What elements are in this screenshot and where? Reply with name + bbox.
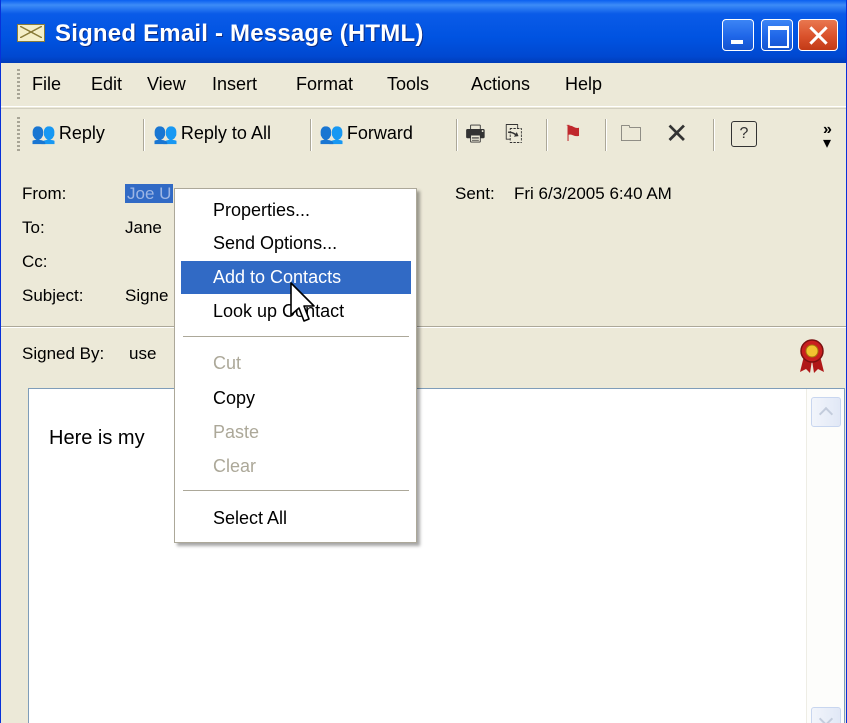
message-window: Signed Email - Message (HTML) File Edit … — [0, 0, 847, 723]
forward-label: Forward — [346, 123, 413, 143]
menu-bar: File Edit View Insert Format Tools Actio… — [1, 63, 846, 107]
from-label: From: — [22, 184, 67, 203]
message-header: From: Joe U Sent: Fri 6/3/2005 6:40 AM T… — [1, 160, 846, 328]
sent-value: Fri 6/3/2005 6:40 AM — [514, 184, 672, 203]
envelope-icon — [17, 24, 45, 42]
maximize-button[interactable] — [761, 19, 793, 51]
menubar-grip[interactable] — [17, 69, 20, 101]
menu-edit[interactable]: Edit — [91, 74, 122, 95]
message-body[interactable]: Here is my — [28, 388, 845, 723]
reply-all-icon: 👥 — [153, 123, 178, 145]
menu-format[interactable]: Format — [296, 74, 353, 95]
menu-item-copy[interactable]: Copy — [181, 382, 411, 415]
to-label: To: — [22, 218, 45, 237]
reply-all-label: Reply to All — [180, 123, 271, 143]
context-menu: Properties... Send Options... Add to Con… — [174, 188, 417, 543]
menu-help[interactable]: Help — [565, 74, 602, 95]
menu-view[interactable]: View — [147, 74, 186, 95]
copy-icon[interactable]: ⎘ — [505, 121, 523, 147]
minimize-button[interactable] — [722, 19, 754, 51]
reply-button[interactable]: 👥 Reply — [31, 121, 105, 146]
menu-item-clear[interactable]: Clear — [181, 450, 411, 483]
delete-icon[interactable]: ✕ — [665, 120, 688, 148]
scroll-down-icon[interactable] — [811, 707, 841, 723]
flag-icon[interactable]: ⚑ — [563, 121, 583, 147]
forward-button[interactable]: 👥 Forward — [319, 121, 413, 146]
mouse-cursor-icon — [290, 282, 315, 322]
reply-all-button[interactable]: 👥 Reply to All — [153, 121, 271, 146]
close-button[interactable] — [798, 19, 838, 51]
cc-label: Cc: — [22, 252, 48, 271]
menu-item-send-options[interactable]: Send Options... — [181, 227, 411, 260]
menu-separator — [183, 490, 409, 492]
subject-label: Subject: — [22, 286, 84, 305]
digital-signature-icon[interactable] — [797, 338, 827, 374]
sent-label: Sent: — [455, 184, 495, 203]
menu-item-cut[interactable]: Cut — [181, 347, 411, 380]
window-title: Signed Email - Message (HTML) — [55, 20, 424, 47]
reply-label: Reply — [58, 123, 105, 143]
menu-file[interactable]: File — [32, 74, 61, 95]
menu-insert[interactable]: Insert — [212, 74, 257, 95]
menu-actions[interactable]: Actions — [471, 74, 530, 95]
header-divider — [1, 326, 846, 328]
menu-item-paste[interactable]: Paste — [181, 416, 411, 449]
standard-toolbar: 👥 Reply 👥 Reply to All 👥 Forward 🖶 ⎘ ⚑ 🗀… — [1, 108, 846, 160]
toolbar-separator — [713, 119, 715, 151]
move-to-folder-icon[interactable]: 🗀 — [620, 121, 642, 147]
menu-item-select-all[interactable]: Select All — [181, 502, 411, 535]
print-icon[interactable]: 🖶 — [465, 121, 486, 147]
toolbar-separator — [456, 119, 458, 151]
scroll-up-icon[interactable] — [811, 397, 841, 427]
toolbar-overflow-chevron-icon[interactable]: » ▾ — [823, 122, 832, 152]
subject-value[interactable]: Signe — [125, 286, 168, 306]
title-bar[interactable]: Signed Email - Message (HTML) — [1, 0, 846, 63]
reply-icon: 👥 — [31, 123, 56, 145]
from-value[interactable]: Joe U — [125, 184, 174, 204]
to-value[interactable]: Jane — [125, 218, 162, 238]
toolbar-separator — [143, 119, 145, 151]
body-text[interactable]: Here is my — [49, 427, 145, 450]
menu-tools[interactable]: Tools — [387, 74, 429, 95]
menu-separator — [183, 336, 409, 338]
forward-icon: 👥 — [319, 123, 344, 145]
toolbar-separator — [605, 119, 607, 151]
vertical-scrollbar[interactable] — [806, 389, 844, 723]
from-selected-text[interactable]: Joe U — [125, 184, 174, 203]
signed-by-value: use — [129, 344, 157, 363]
help-icon[interactable]: ? — [731, 121, 757, 147]
toolbar-separator — [546, 119, 548, 151]
menu-item-properties[interactable]: Properties... — [181, 194, 411, 227]
toolbar-separator — [310, 119, 312, 151]
signed-by-label: Signed By: — [22, 344, 105, 363]
toolbar-grip[interactable] — [17, 117, 20, 151]
